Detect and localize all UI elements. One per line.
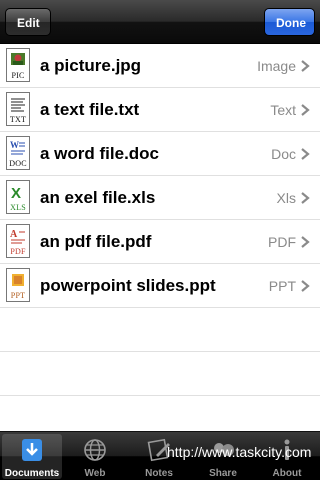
- watermark-text: http://www.taskcity.com: [167, 444, 312, 460]
- tab-documents[interactable]: Documents: [2, 434, 62, 479]
- picture-file-icon: PIC: [6, 48, 30, 82]
- pdf-file-icon: A PDF: [6, 224, 30, 258]
- excel-file-icon: X XLS: [6, 180, 30, 214]
- file-type: PPT: [268, 278, 296, 294]
- file-type: PDF: [268, 234, 296, 250]
- file-name: a picture.jpg: [40, 56, 142, 75]
- chevron-right-icon: [301, 192, 310, 204]
- empty-row: [0, 352, 320, 396]
- chevron-right-icon: [301, 104, 310, 116]
- text-file-icon: TXT: [6, 92, 30, 126]
- file-row[interactable]: PIC a picture.jpg Image: [0, 44, 320, 88]
- edit-button[interactable]: Edit: [5, 8, 51, 36]
- svg-text:A: A: [10, 229, 18, 240]
- chevron-right-icon: [301, 236, 310, 248]
- file-type: Text: [270, 102, 296, 118]
- file-name: a word file.doc: [40, 144, 160, 163]
- tab-web[interactable]: Web: [65, 434, 125, 479]
- svg-text:W: W: [10, 140, 19, 150]
- file-row[interactable]: TXT a text file.txt Text: [0, 88, 320, 132]
- file-row[interactable]: X XLS an exel file.xls Xls: [0, 176, 320, 220]
- word-file-icon: W DOC: [6, 136, 30, 170]
- navigation-bar: Edit Done: [0, 0, 320, 44]
- file-row[interactable]: PPT powerpoint slides.ppt PPT: [0, 264, 320, 308]
- done-button[interactable]: Done: [264, 8, 315, 36]
- chevron-right-icon: [301, 148, 310, 160]
- file-type: Doc: [271, 146, 296, 162]
- svg-text:X: X: [11, 185, 21, 202]
- file-type: Xls: [276, 190, 296, 206]
- file-type: Image: [257, 58, 296, 74]
- file-name: a text file.txt: [40, 100, 140, 119]
- chevron-right-icon: [301, 280, 310, 292]
- file-row[interactable]: W DOC a word file.doc Doc: [0, 132, 320, 176]
- empty-row: [0, 396, 320, 431]
- file-name: an pdf file.pdf: [40, 232, 152, 251]
- file-list: PIC a picture.jpg Image TXT a text file.…: [0, 44, 320, 431]
- powerpoint-file-icon: PPT: [6, 268, 30, 302]
- documents-download-icon: [22, 439, 42, 461]
- chevron-right-icon: [301, 60, 310, 72]
- file-name: an exel file.xls: [40, 188, 156, 207]
- file-name: powerpoint slides.ppt: [40, 276, 216, 295]
- globe-icon: [84, 439, 106, 461]
- empty-row: [0, 308, 320, 352]
- file-row[interactable]: A PDF an pdf file.pdf PDF: [0, 220, 320, 264]
